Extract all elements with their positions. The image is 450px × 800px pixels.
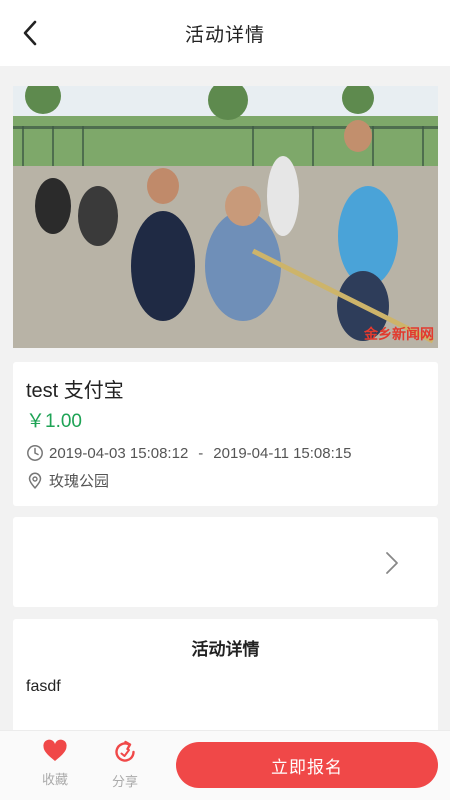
- time-separator: -: [198, 444, 204, 462]
- clock-icon: [26, 444, 44, 462]
- back-button[interactable]: [14, 16, 46, 50]
- signup-button[interactable]: 立即报名: [176, 742, 438, 788]
- event-name: test 支付宝: [26, 380, 124, 402]
- event-location: 玫瑰公园: [49, 473, 110, 490]
- favorite-button[interactable]: 收藏: [33, 739, 77, 795]
- heart-icon: [43, 739, 67, 761]
- details-heading: 活动详情: [191, 640, 260, 659]
- share-label: 分享: [111, 774, 138, 789]
- chevron-left-icon: [23, 20, 37, 46]
- event-location-row[interactable]: 玫瑰公园: [26, 470, 425, 491]
- event-price: ￥1.00: [26, 411, 82, 432]
- organizer-card[interactable]: [13, 517, 438, 607]
- event-start-time: 2019-04-03 15:08:12: [49, 444, 189, 462]
- watermark-text: 金乡新闻网: [364, 326, 434, 342]
- share-button[interactable]: 分享: [103, 739, 147, 795]
- event-details-card: 活动详情 fasdf: [13, 619, 438, 739]
- page-title: 活动详情: [184, 24, 265, 46]
- share-icon: [115, 740, 135, 762]
- details-body: fasdf: [26, 678, 61, 695]
- event-info-card: test 支付宝 ￥1.00 2019-04-03 15:08:12 - 201…: [13, 362, 438, 506]
- event-time-row: 2019-04-03 15:08:12 - 2019-04-11 15:08:1…: [26, 444, 425, 462]
- event-banner-image: 金乡新闻网: [13, 86, 438, 348]
- bottom-action-bar: 收藏 分享 立即报名: [0, 730, 450, 800]
- chevron-right-icon: [386, 552, 398, 574]
- top-nav-bar: 活动详情: [0, 0, 450, 66]
- event-end-time: 2019-04-11 15:08:15: [213, 444, 352, 462]
- favorite-label: 收藏: [41, 772, 68, 787]
- location-pin-icon: [26, 472, 44, 490]
